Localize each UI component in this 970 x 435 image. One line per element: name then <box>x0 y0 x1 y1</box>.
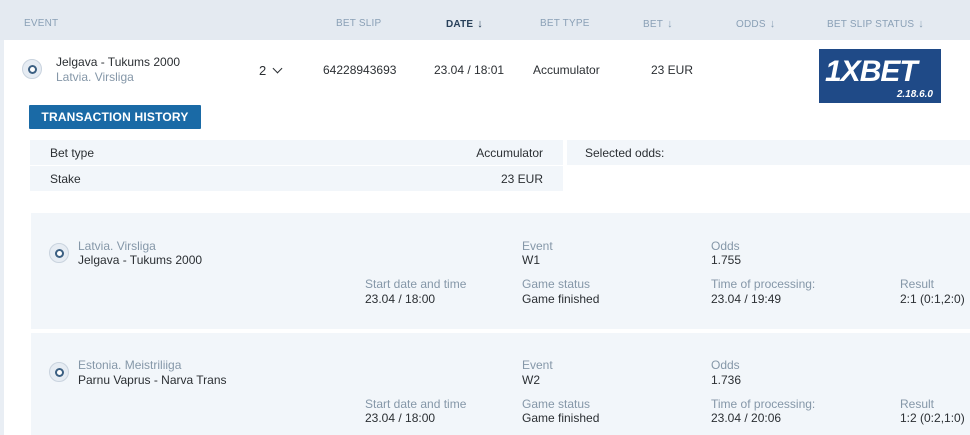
event-value: W2 <box>522 373 540 387</box>
transaction-history-button[interactable]: TRANSACTION HISTORY <box>29 105 201 129</box>
row-league: Latvia. Virsliga <box>56 70 134 84</box>
processing-value: 23.04 / 19:49 <box>711 292 782 306</box>
event-match: Jelgava - Tukums 2000 <box>78 253 203 267</box>
row-bet-type: Accumulator <box>533 63 600 77</box>
odds-value: 1.755 <box>711 253 742 267</box>
arrow-down-icon: ↓ <box>477 18 483 30</box>
game-status-label: Game status <box>522 397 591 411</box>
row-bet: 23 EUR <box>651 63 694 77</box>
event-league: Estonia. Meistriliiga <box>78 358 182 372</box>
processing-label: Time of processing: <box>711 277 816 291</box>
result-label: Result <box>900 397 935 411</box>
event-card <box>31 213 970 329</box>
event-value: W1 <box>522 253 540 267</box>
summary-stake-value: 23 EUR <box>500 172 543 186</box>
start-value: 23.04 / 18:00 <box>365 292 436 306</box>
summary-stake: Stake 23 EUR <box>30 166 563 191</box>
result-value: 1:2 (0:2,1:0) <box>900 411 965 425</box>
football-icon <box>49 243 69 263</box>
processing-label: Time of processing: <box>711 397 816 411</box>
start-label: Start date and time <box>365 397 467 411</box>
summary-bet-type: Bet type Accumulator <box>30 140 563 165</box>
start-value: 23.04 / 18:00 <box>365 411 436 425</box>
row-slip-id: 64228943693 <box>323 63 397 77</box>
event-league: Latvia. Virsliga <box>78 239 156 253</box>
odds-label: Odds <box>711 358 740 372</box>
col-event: EVENT <box>24 18 59 29</box>
col-bet-sort[interactable]: BET ↓ <box>643 18 673 30</box>
summary-bet-type-value: Accumulator <box>476 146 543 160</box>
row-match: Jelgava - Tukums 2000 <box>56 55 181 69</box>
summary-selected-odds-label: Selected odds: <box>585 146 665 160</box>
summary-bet-type-label: Bet type <box>50 146 95 160</box>
football-icon <box>22 59 42 79</box>
summary-selected-odds: Selected odds: <box>567 140 970 165</box>
event-match: Parnu Vaprus - Narva Trans <box>78 373 227 387</box>
event-label: Event <box>522 358 553 372</box>
summary-stake-label: Stake <box>50 172 81 186</box>
table-header: EVENT BET SLIP DATE ↓ BET TYPE BET ↓ ODDS ↓… <box>0 0 970 40</box>
result-value: 2:1 (0:1,2:0) <box>900 292 965 306</box>
arrow-down-icon: ↓ <box>918 18 924 30</box>
start-label: Start date and time <box>365 277 467 291</box>
col-bet-type: BET TYPE <box>540 18 590 29</box>
game-status-label: Game status <box>522 277 591 291</box>
col-odds-sort[interactable]: ODDS ↓ <box>736 18 775 30</box>
arrow-down-icon: ↓ <box>769 18 776 30</box>
col-bet-slip: BET SLIP <box>336 18 382 29</box>
col-status-sort[interactable]: BET SLIP STATUS ↓ <box>827 18 924 30</box>
football-icon <box>49 362 69 382</box>
arrow-down-icon: ↓ <box>667 18 673 30</box>
events-count-toggle[interactable]: 2 <box>259 63 283 78</box>
odds-value: 1.736 <box>711 373 742 387</box>
game-status-value: Game finished <box>522 292 600 306</box>
brand-logo: 1XBET 2.18.6.0 <box>819 49 941 103</box>
odds-label: Odds <box>711 239 740 253</box>
col-date-sort[interactable]: DATE ↓ <box>446 18 483 30</box>
event-label: Event <box>522 239 553 253</box>
chevron-down-icon <box>272 63 283 74</box>
processing-value: 23.04 / 20:06 <box>711 411 782 425</box>
result-label: Result <box>900 277 935 291</box>
row-date: 23.04 / 18:01 <box>434 63 505 77</box>
game-status-value: Game finished <box>522 411 600 425</box>
